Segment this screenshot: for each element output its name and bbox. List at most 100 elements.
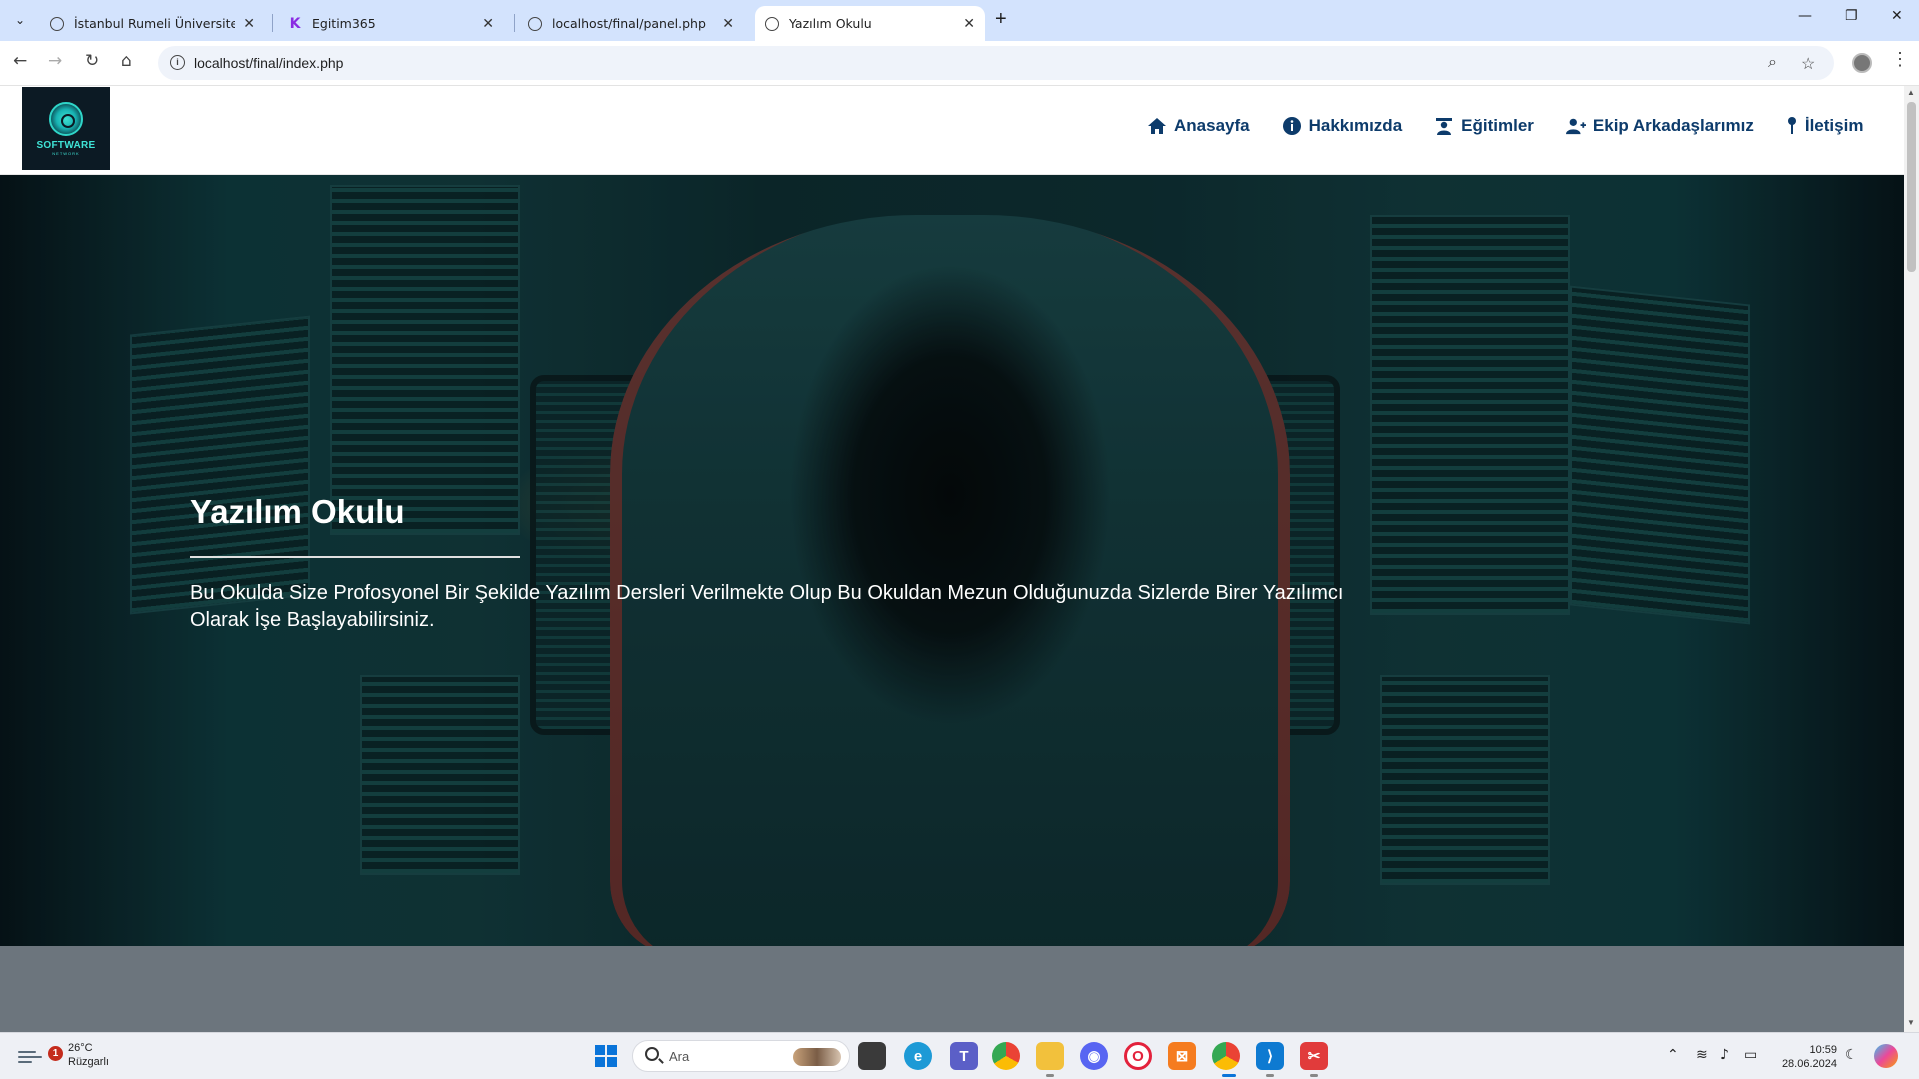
info-icon <box>1282 117 1301 135</box>
file-explorer-icon[interactable] <box>1036 1042 1064 1070</box>
globe-icon <box>528 16 542 31</box>
search-highlight-image <box>793 1048 841 1066</box>
logo-subtext: NETWORK <box>52 150 80 156</box>
teams-icon[interactable]: T <box>950 1042 978 1070</box>
nav-label: Hakkımızda <box>1308 116 1403 135</box>
tab-title: Egitim365 <box>312 16 376 31</box>
profile-avatar[interactable] <box>1852 53 1872 73</box>
teacher-icon <box>1436 118 1453 135</box>
weather-temp: 26°C <box>68 1042 93 1054</box>
home-icon[interactable]: ⌂ <box>121 51 132 71</box>
discord-icon[interactable]: ◉ <box>1080 1042 1108 1070</box>
nav-label: Ekip Arkadaşlarımız <box>1592 116 1754 135</box>
weather-text: 26°C Rüzgarlı <box>68 1041 109 1069</box>
nav-item-ekip[interactable]: Ekip Arkadaşlarımız <box>1565 116 1754 136</box>
taskbar-search[interactable]: Ara <box>632 1040 850 1072</box>
system-clock[interactable]: 10:59 28.06.2024 <box>1775 1043 1837 1071</box>
weather-widget[interactable]: 1 26°C Rüzgarlı <box>18 1041 109 1069</box>
browser-tab[interactable]: İstanbul Rumeli Üniversitesi – U ✕ <box>40 6 265 41</box>
opera-icon[interactable]: O <box>1124 1042 1152 1070</box>
globe-icon <box>765 16 779 31</box>
running-indicator <box>1046 1074 1054 1077</box>
nav-label: Eğitimler <box>1461 116 1534 135</box>
tab-close-icon[interactable]: ✕ <box>722 16 734 32</box>
wind-icon <box>18 1045 44 1065</box>
hero-title: Yazılım Okulu <box>190 493 405 530</box>
globe-icon <box>50 16 64 31</box>
nav-item-anasayfa[interactable]: Anasayfa <box>1147 116 1250 136</box>
site-header: SOFTWARE NETWORK Anasayfa Hakkımızda Eği… <box>0 86 1904 175</box>
chrome-icon[interactable] <box>992 1042 1020 1070</box>
hero-description: Bu Okulda Size Profosyonel Bir Şekilde Y… <box>190 582 1344 631</box>
chrome-active-icon[interactable] <box>1212 1042 1240 1070</box>
window-close-icon[interactable]: ✕ <box>1891 8 1903 24</box>
tab-divider <box>272 14 273 32</box>
zoom-icon[interactable]: ⌕ <box>1768 54 1777 72</box>
bookmark-star-icon[interactable]: ☆ <box>1801 54 1815 74</box>
tab-title: Yazılım Okulu <box>789 16 872 31</box>
url-text[interactable]: localhost/final/index.php <box>194 55 343 71</box>
tab-close-icon[interactable]: ✕ <box>963 16 975 32</box>
forward-arrow-icon[interactable]: → <box>48 51 62 71</box>
page-scrollbar[interactable]: ▲ ▼ <box>1904 86 1919 1032</box>
nav-item-hakkimizda[interactable]: Hakkımızda <box>1282 116 1403 136</box>
restore-icon[interactable]: ❐ <box>1845 8 1858 24</box>
notification-badge: 1 <box>48 1046 63 1061</box>
hero-overlay <box>0 175 1904 946</box>
site-info-icon[interactable]: i <box>170 55 185 70</box>
scroll-up-icon[interactable]: ▲ <box>1907 88 1915 97</box>
tab-close-icon[interactable]: ✕ <box>243 16 255 32</box>
running-indicator <box>1310 1074 1318 1077</box>
tab-divider <box>514 14 515 32</box>
windows-start-icon[interactable] <box>592 1042 620 1070</box>
tab-close-icon[interactable]: ✕ <box>482 16 494 32</box>
browser-tab[interactable]: localhost/final/panel.php ✕ <box>518 6 744 41</box>
browser-tab[interactable]: K Egitim365 ✕ <box>278 6 504 41</box>
edge-icon[interactable]: e <box>904 1042 932 1070</box>
notification-bell-icon[interactable]: ☾ <box>1845 1047 1858 1063</box>
minimize-icon[interactable]: — <box>1798 8 1812 24</box>
browser-menu-icon[interactable]: ⋮ <box>1891 49 1909 70</box>
battery-icon[interactable]: ▭ <box>1744 1047 1757 1063</box>
back-arrow-icon[interactable]: ← <box>13 51 27 71</box>
reload-icon[interactable]: ↻ <box>85 51 99 71</box>
scrollbar-thumb[interactable] <box>1907 102 1916 272</box>
home-icon <box>1148 118 1166 134</box>
nav-label: İletişim <box>1804 116 1864 135</box>
running-indicator <box>1266 1074 1274 1077</box>
search-icon <box>645 1047 659 1061</box>
windows-taskbar: 1 26°C Rüzgarlı Ara e T ◉ O ⊠ ⟩ ✂ ⌃ ≋ ♪ … <box>0 1032 1919 1079</box>
scroll-down-icon[interactable]: ▼ <box>1907 1018 1915 1027</box>
hero-banner: Yazılım Okulu Bu Okulda Size Profosyonel… <box>0 175 1904 946</box>
address-bar[interactable]: i localhost/final/index.php ⌕ ☆ <box>158 46 1834 80</box>
copilot-icon[interactable] <box>1874 1044 1898 1068</box>
browser-tab-active[interactable]: Yazılım Okulu ✕ <box>755 6 985 41</box>
snipping-tool-icon[interactable]: ✂ <box>1300 1042 1328 1070</box>
site-logo[interactable]: SOFTWARE NETWORK <box>22 87 110 170</box>
browser-tab-bar: ⌄ İstanbul Rumeli Üniversitesi – U ✕ K E… <box>0 0 1919 41</box>
wifi-icon[interactable]: ≋ <box>1696 1047 1708 1063</box>
pin-icon <box>1787 117 1796 134</box>
logo-text: SOFTWARE <box>36 139 96 151</box>
tray-chevron-icon[interactable]: ⌃ <box>1667 1047 1679 1063</box>
nav-item-iletisim[interactable]: İletişim <box>1786 116 1864 136</box>
page-viewport: SOFTWARE NETWORK Anasayfa Hakkımızda Eği… <box>0 86 1904 1032</box>
tab-title: localhost/final/panel.php <box>552 16 706 31</box>
clock-date: 28.06.2024 <box>1781 1058 1837 1070</box>
task-view-icon[interactable] <box>858 1042 886 1070</box>
new-tab-plus-icon[interactable]: + <box>995 8 1007 31</box>
xampp-icon[interactable]: ⊠ <box>1168 1042 1196 1070</box>
tab-search-chevron-icon[interactable]: ⌄ <box>8 8 32 32</box>
tab-title: İstanbul Rumeli Üniversitesi – U <box>74 16 236 31</box>
nav-label: Anasayfa <box>1174 116 1250 135</box>
browser-toolbar: ← → ↻ ⌂ i localhost/final/index.php ⌕ ☆ … <box>0 41 1919 86</box>
weather-desc: Rüzgarlı <box>68 1056 109 1068</box>
volume-icon[interactable]: ♪ <box>1720 1047 1729 1063</box>
hero-divider <box>190 556 520 558</box>
k-logo-icon: K <box>289 15 301 32</box>
clock-time: 10:59 <box>1809 1044 1837 1056</box>
nav-item-egitimler[interactable]: Eğitimler <box>1434 116 1534 136</box>
user-plus-icon <box>1565 118 1586 135</box>
vscode-icon[interactable]: ⟩ <box>1256 1042 1284 1070</box>
running-indicator <box>1222 1074 1236 1077</box>
